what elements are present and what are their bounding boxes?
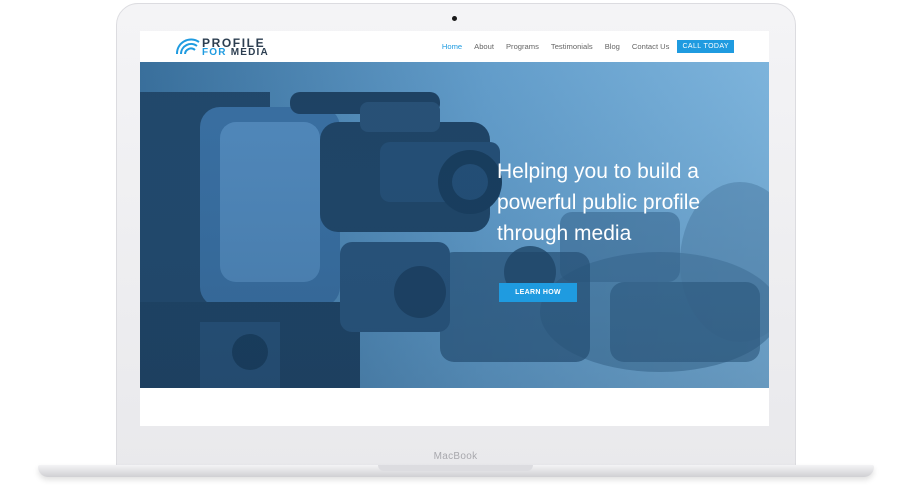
nav-item-testimonials[interactable]: Testimonials bbox=[551, 42, 593, 51]
laptop-notch bbox=[378, 465, 533, 471]
nav-item-blog[interactable]: Blog bbox=[605, 42, 620, 51]
learn-how-button[interactable]: LEARN HOW bbox=[499, 283, 577, 302]
camera-icon bbox=[452, 16, 457, 21]
logo-line2: FOR MEDIA bbox=[202, 47, 269, 58]
hero-heading: Helping you to build a powerful public p… bbox=[497, 160, 701, 245]
main-menu: Home About Programs Testimonials Blog Co… bbox=[430, 40, 734, 53]
device-label: MacBook bbox=[433, 451, 478, 462]
logo-line2-text: MEDIA bbox=[230, 47, 269, 58]
nav-item-about[interactable]: About bbox=[474, 42, 494, 51]
nav-item-contact[interactable]: Contact Us bbox=[632, 42, 670, 51]
laptop-screen: PROFILE FOR MEDIA Home About Programs Te… bbox=[140, 31, 769, 426]
signal-waves-icon bbox=[176, 38, 200, 54]
page-content-area bbox=[140, 388, 769, 426]
nav-item-home[interactable]: Home bbox=[442, 42, 462, 51]
hero-section: Helping you to build a powerful public p… bbox=[140, 62, 769, 388]
logo[interactable]: PROFILE FOR MEDIA bbox=[175, 36, 275, 58]
nav-item-programs[interactable]: Programs bbox=[506, 42, 539, 51]
call-today-button[interactable]: CALL TODAY bbox=[677, 40, 734, 53]
site-header: PROFILE FOR MEDIA Home About Programs Te… bbox=[140, 31, 769, 62]
logo-line2-accent: FOR bbox=[202, 47, 227, 58]
